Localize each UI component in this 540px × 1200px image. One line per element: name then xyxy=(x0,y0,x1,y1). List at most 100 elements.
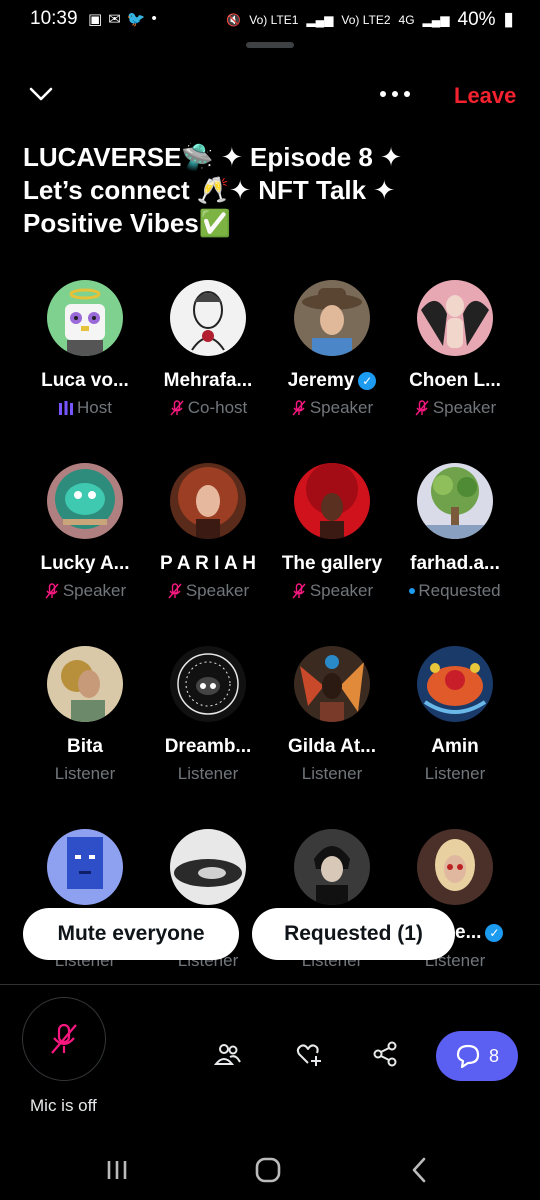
divider xyxy=(0,984,540,985)
participant-card[interactable]: Dreamb... Listener xyxy=(146,646,270,784)
back-icon[interactable] xyxy=(408,1157,430,1183)
participant-name: Mehrafa... xyxy=(163,370,253,391)
space-title-line: LUCAVERSE🛸 ✦ Episode 8 ✦ xyxy=(23,142,402,172)
comments-count: 8 xyxy=(488,1045,499,1066)
participant-card[interactable]: farhad.a... Requested xyxy=(393,463,517,601)
participant-role: Speaker xyxy=(432,398,497,417)
leave-button[interactable]: Leave xyxy=(454,83,516,109)
participant-role: Requested xyxy=(418,581,501,600)
space-title-line: Positive Vibes✅ xyxy=(23,208,232,238)
participant-role: Listener xyxy=(424,764,486,783)
verified-badge-icon: ✓ xyxy=(485,924,504,942)
participant-role: Speaker xyxy=(309,398,374,417)
participant-role: Speaker xyxy=(185,581,250,600)
mic-off-icon xyxy=(45,583,59,599)
gallery-icon: ▣ xyxy=(88,11,103,28)
clock: 10:39 xyxy=(30,8,78,29)
participant-card[interactable] xyxy=(393,829,517,905)
participant-role: Host xyxy=(77,398,112,417)
mute-everyone-button[interactable]: Mute everyone xyxy=(23,908,239,960)
mail-icon: ✉ xyxy=(108,11,121,28)
avatar xyxy=(417,463,493,539)
avatar xyxy=(170,646,246,722)
system-nav-bar xyxy=(0,1140,540,1200)
participant-card[interactable]: Lucky A... Speaker xyxy=(23,463,147,601)
recent-apps-icon[interactable] xyxy=(105,1158,129,1182)
participant-name: P A R I A H xyxy=(159,553,257,574)
avatar xyxy=(294,829,370,905)
mic-off-icon xyxy=(51,1023,77,1054)
participant-card[interactable]: Amin Listener xyxy=(393,646,517,784)
heart-plus-icon[interactable] xyxy=(294,1040,322,1068)
participant-name: Lucky A... xyxy=(40,553,130,574)
dot-icon: • xyxy=(151,10,157,27)
mute-icon: 🔇 xyxy=(226,12,242,27)
participant-card[interactable]: Choen L... Speaker xyxy=(393,280,517,418)
avatar xyxy=(47,646,123,722)
chat-bubble-icon xyxy=(456,1044,480,1069)
participant-card[interactable]: Jeremy ✓ Speaker xyxy=(270,280,394,418)
avatar xyxy=(294,280,370,356)
participant-card[interactable]: Luca vo... Host xyxy=(23,280,147,418)
participant-card[interactable]: Mehrafa... Co-host xyxy=(146,280,270,418)
avatar xyxy=(417,646,493,722)
participant-name: Amin xyxy=(431,736,479,757)
more-options-icon[interactable] xyxy=(380,91,410,97)
verified-badge-icon: ✓ xyxy=(358,372,377,390)
mic-off-icon xyxy=(168,583,182,599)
battery-level: 40% xyxy=(457,8,496,30)
avatar xyxy=(170,280,246,356)
signal-icon: ▂▄▆ xyxy=(422,12,450,27)
participant-name: Bita xyxy=(67,736,103,757)
speaking-bars-icon xyxy=(59,401,74,415)
avatar xyxy=(47,463,123,539)
avatar xyxy=(294,463,370,539)
avatar xyxy=(170,463,246,539)
mic-off-icon xyxy=(292,583,306,599)
participant-name: The gallery xyxy=(281,553,383,574)
share-icon[interactable] xyxy=(371,1040,399,1068)
network-1-label: Vo) LTE1 xyxy=(249,12,299,27)
comments-button[interactable]: 8 xyxy=(436,1031,518,1081)
signal-icon: ▂▄▆ xyxy=(306,12,334,27)
mic-toggle-button[interactable] xyxy=(22,997,106,1081)
network-3-label: 4G xyxy=(398,12,415,27)
blue-dot-icon xyxy=(409,588,416,594)
participant-name: e... xyxy=(455,922,482,943)
participant-role: Listener xyxy=(301,764,363,783)
participant-card[interactable]: Gilda At... Listener xyxy=(270,646,394,784)
participant-card[interactable]: P A R I A H Speaker xyxy=(146,463,270,601)
status-bar: 10:39 ▣ ✉ 🐦 • 🔇 Vo) LTE1 ▂▄▆ Vo) LTE2 4G… xyxy=(0,0,540,36)
twitter-bird-icon: 🐦 xyxy=(126,11,146,28)
participant-card[interactable] xyxy=(23,829,147,905)
network-2-label: Vo) LTE2 xyxy=(341,12,391,27)
collapse-chevron-icon[interactable] xyxy=(28,84,54,104)
avatar xyxy=(47,280,123,356)
people-icon[interactable] xyxy=(214,1040,242,1068)
participant-name: Gilda At... xyxy=(288,736,376,757)
drag-handle[interactable] xyxy=(246,42,294,48)
battery-icon: ▮ xyxy=(503,9,514,30)
participant-role: Speaker xyxy=(62,581,127,600)
participant-card[interactable] xyxy=(270,829,394,905)
participant-role: Speaker xyxy=(309,581,374,600)
requested-button[interactable]: Requested (1) xyxy=(252,908,455,960)
participant-role: Listener xyxy=(54,764,116,783)
participant-card[interactable] xyxy=(146,829,270,905)
avatar xyxy=(417,829,493,905)
participant-name: Dreamb... xyxy=(164,736,252,757)
avatar xyxy=(294,646,370,722)
participant-card[interactable]: The gallery Speaker xyxy=(270,463,394,601)
space-title: LUCAVERSE🛸 ✦ Episode 8 ✦ Let’s connect 🥂… xyxy=(23,141,523,240)
space-title-line: Let’s connect 🥂✦ NFT Talk ✦ xyxy=(23,175,396,205)
mic-off-icon xyxy=(415,400,429,416)
participant-name: Luca vo... xyxy=(41,370,129,391)
participant-role: Co-host xyxy=(187,398,248,417)
participant-role: Listener xyxy=(177,764,239,783)
mic-off-icon xyxy=(170,400,184,416)
home-icon[interactable] xyxy=(255,1157,281,1183)
avatar xyxy=(47,829,123,905)
participant-name: Jeremy xyxy=(287,370,355,391)
participant-name: farhad.a... xyxy=(410,553,500,574)
participant-card[interactable]: Bita Listener xyxy=(23,646,147,784)
